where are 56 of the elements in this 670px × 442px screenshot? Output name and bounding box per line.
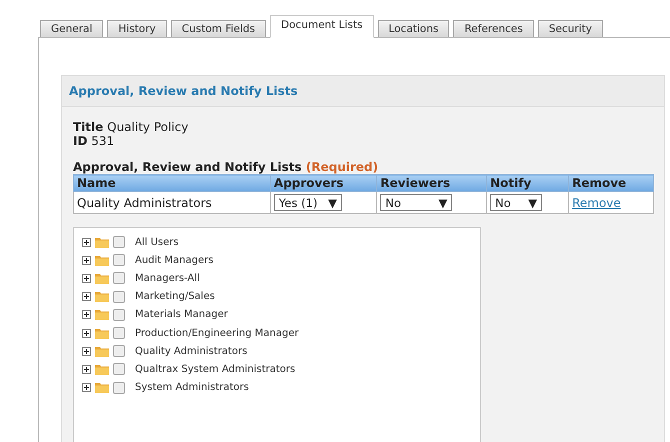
column-header: Approvers (270, 174, 377, 192)
column-header: Reviewers (376, 174, 487, 192)
expand-icon[interactable] (82, 364, 91, 374)
expand-icon[interactable] (82, 328, 91, 338)
folder-icon (95, 236, 109, 248)
column-header: Remove (568, 174, 654, 192)
checkbox[interactable] (113, 327, 125, 340)
column-header: Notify (486, 174, 569, 192)
checkbox[interactable] (113, 363, 125, 376)
checkbox[interactable] (113, 254, 125, 266)
tree-item[interactable]: Quality Administrators (135, 346, 248, 357)
tree-item[interactable]: Audit Managers (135, 254, 214, 266)
folder-icon (95, 309, 109, 320)
tree-item[interactable]: Production/Engineering Manager (135, 328, 299, 339)
dropdown[interactable]: No ▼ (380, 194, 452, 211)
tab[interactable]: General (40, 20, 104, 37)
folder-icon (95, 272, 109, 284)
column-header: Name (74, 174, 270, 192)
field-text: ID 531 (73, 134, 116, 148)
tree-item[interactable]: All Users (135, 236, 179, 248)
folder-icon (95, 328, 109, 339)
tab[interactable]: Locations (378, 20, 450, 37)
expand-icon[interactable] (82, 310, 91, 320)
checkbox[interactable] (113, 382, 125, 394)
checkbox[interactable] (113, 345, 125, 358)
expand-icon[interactable] (82, 383, 91, 392)
folder-icon (95, 364, 109, 375)
tree-item[interactable]: System Administrators (135, 382, 249, 394)
panel-title: Approval, Review and Notify Lists (62, 76, 664, 107)
table-cell: Quality Administrators (74, 192, 270, 214)
field-text: Title Quality Policy (73, 120, 190, 134)
tree-item[interactable]: Qualtrax System Administrators (135, 364, 296, 375)
folder-icon (95, 346, 109, 357)
tab[interactable]: References (453, 20, 534, 37)
tree-item[interactable]: Marketing/Sales (135, 291, 215, 302)
expand-icon[interactable] (82, 274, 91, 283)
checkbox[interactable] (113, 272, 125, 284)
tab[interactable]: Custom Fields (170, 20, 266, 37)
checkbox[interactable] (113, 236, 125, 248)
folder-icon (95, 254, 109, 266)
expand-icon[interactable] (82, 292, 91, 302)
tab[interactable]: Document Lists (270, 15, 374, 38)
tree-item[interactable]: Managers-All (135, 272, 200, 284)
expand-icon[interactable] (82, 256, 91, 265)
tree-item[interactable]: Materials Manager (135, 309, 228, 320)
section-heading: Approval, Review and Notify Lists (Required) (73, 160, 380, 174)
folder-icon (95, 382, 109, 394)
tab[interactable]: Security (538, 20, 603, 37)
expand-icon[interactable] (82, 346, 91, 356)
folder-icon (95, 291, 109, 302)
expand-icon[interactable] (82, 238, 91, 247)
checkbox[interactable] (113, 290, 125, 303)
dropdown[interactable]: Yes (1) ▼ (274, 194, 342, 211)
tab[interactable]: History (107, 20, 167, 37)
dropdown[interactable]: No ▼ (490, 194, 542, 211)
checkbox[interactable] (113, 308, 125, 321)
